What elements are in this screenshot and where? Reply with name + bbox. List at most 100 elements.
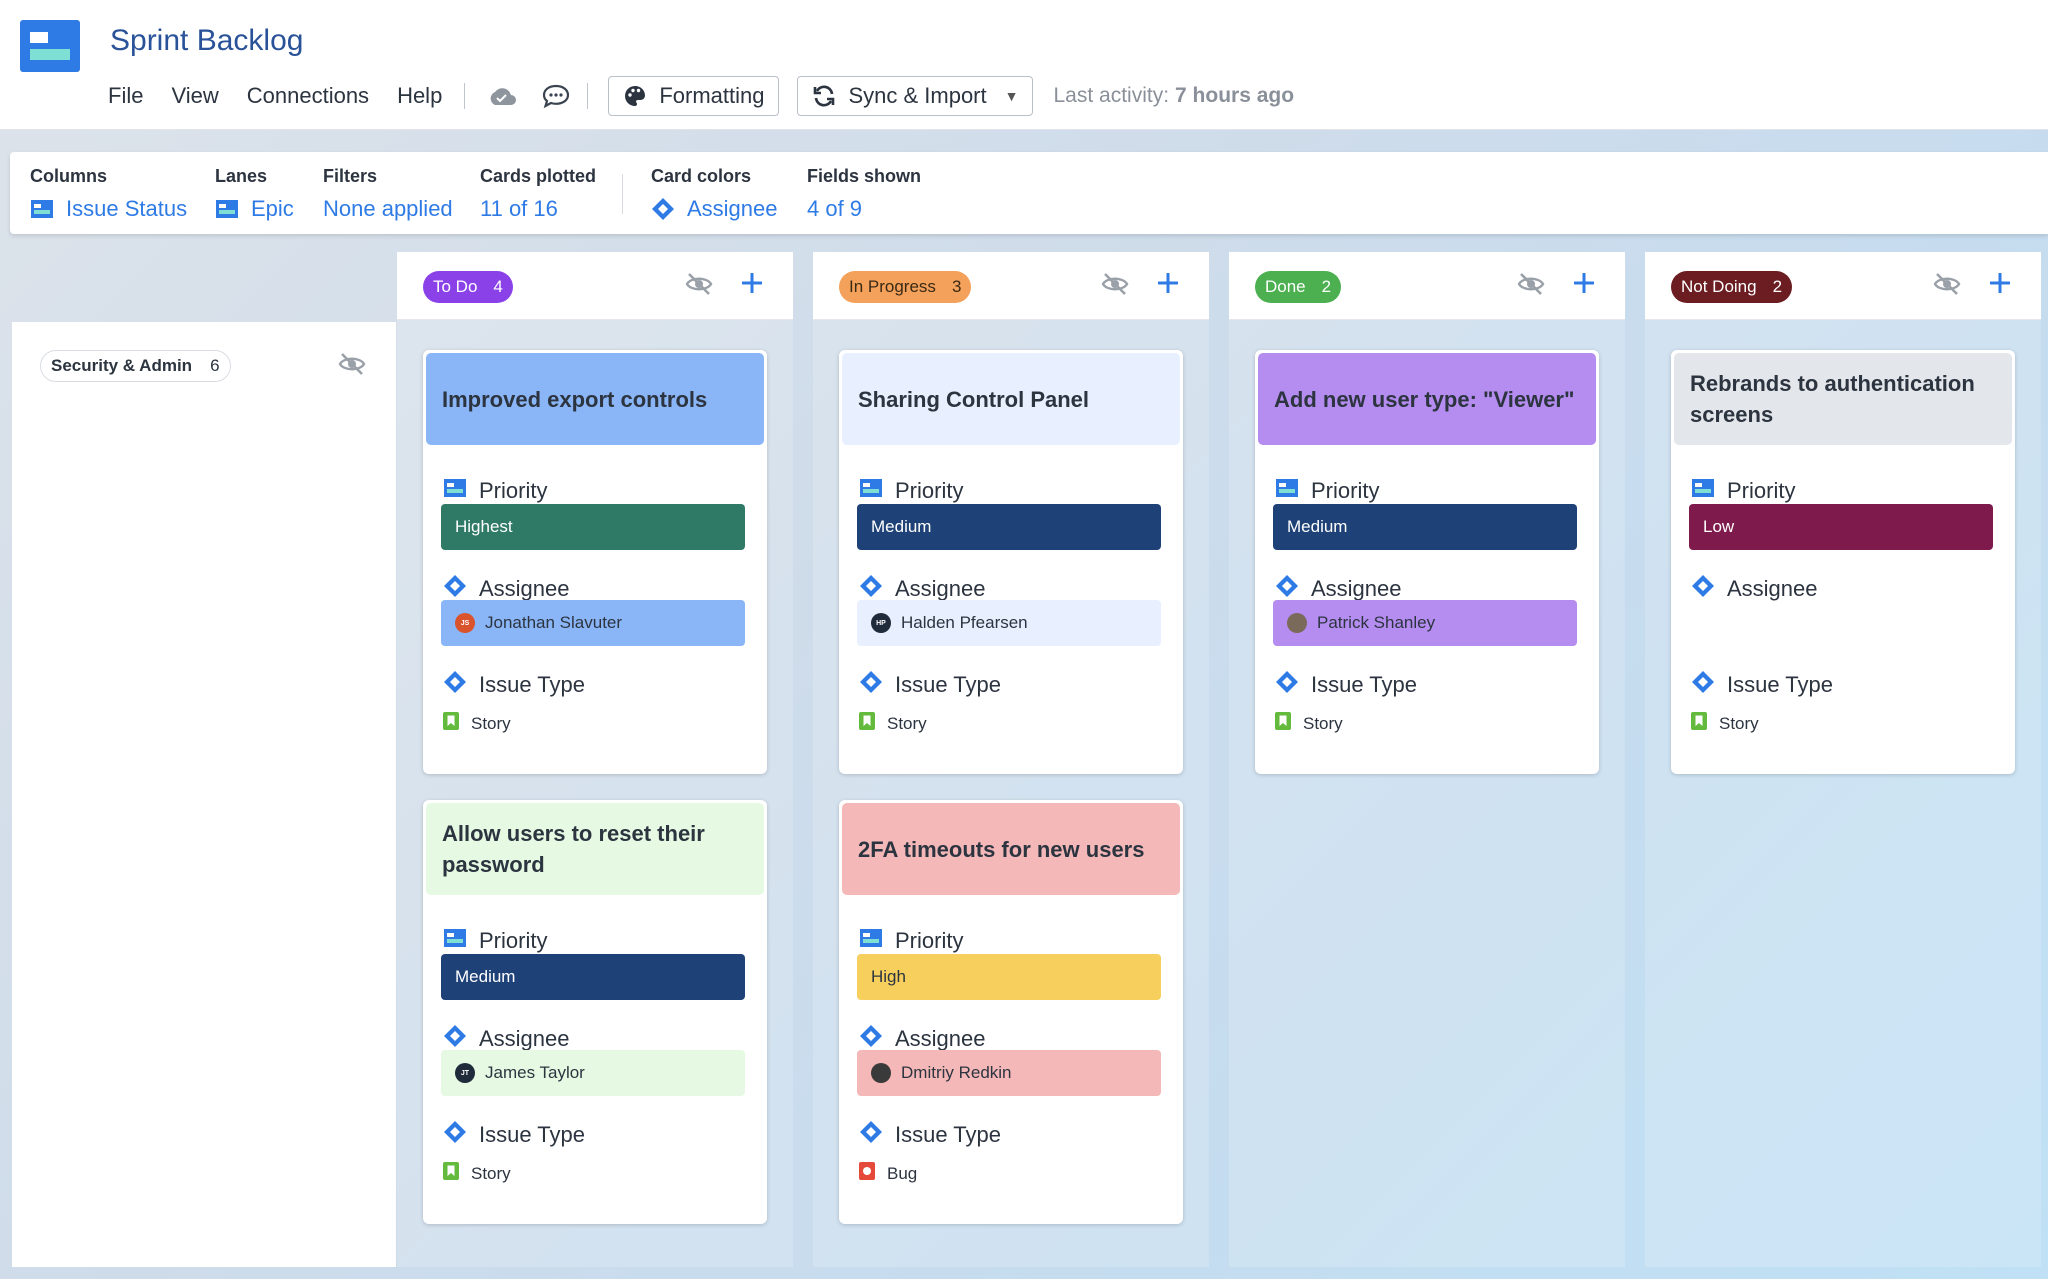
field-icon: [31, 200, 53, 218]
priority-value[interactable]: High: [857, 954, 1161, 1000]
cards-plotted-label: Cards plotted: [480, 166, 597, 186]
hide-eye-icon[interactable]: [1933, 272, 1961, 301]
document-title[interactable]: Sprint Backlog: [110, 24, 303, 58]
status-pill[interactable]: To Do 4: [423, 271, 513, 303]
filters-setting-value[interactable]: None applied: [323, 196, 453, 222]
status-pill[interactable]: Not Doing 2: [1671, 271, 1793, 303]
hide-eye-icon[interactable]: [685, 272, 713, 301]
formatting-button[interactable]: Formatting: [608, 76, 780, 116]
issue-type-field-label: Issue Type: [859, 1120, 1001, 1150]
lanes-setting-value[interactable]: Epic: [215, 196, 294, 222]
field-icon: [216, 200, 238, 218]
card[interactable]: Add new user type: "Viewer" Priority Mediu…: [1255, 350, 1599, 774]
issue-type-field-label: Issue Type: [1275, 670, 1417, 700]
cards-plotted-value[interactable]: 11 of 16: [480, 196, 596, 222]
card-colors-value[interactable]: Assignee: [651, 196, 778, 222]
priority-value[interactable]: Medium: [1273, 504, 1577, 550]
issue-type-field-label: Issue Type: [443, 1120, 585, 1150]
app-header: Sprint Backlog File View Connections Hel…: [0, 0, 2048, 130]
diamond-icon: [1691, 574, 1727, 604]
avatar: HP: [871, 613, 891, 633]
config-divider: [622, 174, 623, 214]
story-icon: [859, 712, 887, 735]
hide-eye-icon[interactable]: [1517, 272, 1545, 301]
app-logo[interactable]: [20, 20, 80, 72]
diamond-icon: [859, 670, 895, 700]
story-icon: [443, 712, 471, 735]
status-count: 2: [1772, 277, 1783, 296]
column-header: Done 2: [1229, 252, 1625, 320]
assignee-value[interactable]: HP Halden Pfearsen: [857, 600, 1161, 646]
assignee-name: Patrick Shanley: [1317, 613, 1436, 632]
board-config-bar: Columns Issue Status Lanes Epic Filters …: [10, 152, 2048, 234]
status-count: 2: [1321, 277, 1332, 296]
priority-field-label: Priority: [1275, 478, 1379, 504]
add-card-plus-icon[interactable]: [1571, 270, 1597, 301]
field-icon: [1691, 478, 1727, 504]
status-pill[interactable]: Done 2: [1255, 271, 1342, 303]
lane-chip-security-admin[interactable]: Security & Admin 6: [40, 350, 231, 382]
add-card-plus-icon[interactable]: [1155, 270, 1181, 301]
card[interactable]: Rebrands to authentication screens Priori…: [1671, 350, 2015, 774]
issue-type-value: Story: [1275, 712, 1343, 735]
priority-field-label: Priority: [443, 928, 547, 954]
assignee-value[interactable]: Dmitriy Redkin: [857, 1050, 1161, 1096]
assignee-name: James Taylor: [485, 1063, 585, 1082]
board-column: To Do 4 Improved export controls Priority Hi…: [397, 252, 793, 1267]
story-icon: [1691, 712, 1719, 735]
comments-icon[interactable]: [539, 79, 573, 113]
fields-shown-label: Fields shown: [807, 166, 922, 186]
priority-field-label: Priority: [443, 478, 547, 504]
card[interactable]: Improved export controls Priority Highest A…: [423, 350, 767, 774]
menu-file[interactable]: File: [108, 83, 143, 109]
lanes-setting-label: Lanes: [215, 166, 268, 186]
columns-setting-label: Columns: [30, 166, 108, 186]
card[interactable]: Sharing Control Panel Priority Medium Assig…: [839, 350, 1183, 774]
diamond-icon: [443, 670, 479, 700]
assignee-value[interactable]: JS Jonathan Slavuter: [441, 600, 745, 646]
assignee-name: Halden Pfearsen: [901, 613, 1028, 632]
fields-shown-value[interactable]: 4 of 9: [807, 196, 921, 222]
columns-setting-value[interactable]: Issue Status: [30, 196, 187, 222]
card-title: Allow users to reset their password: [426, 803, 764, 895]
assignee-value[interactable]: Patrick Shanley: [1273, 600, 1577, 646]
field-icon: [443, 478, 479, 504]
add-card-plus-icon[interactable]: [1987, 270, 2013, 301]
priority-value[interactable]: Low: [1689, 504, 1993, 550]
status-pill[interactable]: In Progress 3: [839, 271, 972, 303]
column-header: In Progress 3: [813, 252, 1209, 320]
cloud-icon[interactable]: [485, 79, 519, 113]
menu-connections[interactable]: Connections: [247, 83, 369, 109]
priority-field-label: Priority: [1691, 478, 1795, 504]
lanes-setting: Lanes Epic: [215, 166, 294, 222]
menu-divider: [464, 83, 466, 109]
card[interactable]: Allow users to reset their password Prior…: [423, 800, 767, 1224]
card[interactable]: 2FA timeouts for new users Priority High As…: [839, 800, 1183, 1224]
status-count: 4: [493, 277, 503, 296]
status-label: Done: [1265, 277, 1306, 296]
status-label: In Progress: [849, 277, 936, 296]
priority-value[interactable]: Medium: [441, 954, 745, 1000]
assignee-value[interactable]: JT James Taylor: [441, 1050, 745, 1096]
card-title: 2FA timeouts for new users: [842, 803, 1180, 895]
sync-import-button[interactable]: Sync & Import ▼: [797, 76, 1034, 116]
diamond-icon: [1691, 670, 1727, 700]
priority-value[interactable]: Highest: [441, 504, 745, 550]
hide-eye-icon[interactable]: [338, 352, 366, 381]
bug-icon: [859, 1162, 887, 1185]
menu-help[interactable]: Help: [397, 83, 442, 109]
avatar: [871, 1063, 891, 1083]
diamond-icon: [443, 1120, 479, 1150]
menu-view[interactable]: View: [171, 83, 218, 109]
card-title: Rebrands to authentication screens: [1674, 353, 2012, 445]
issue-type-value: Story: [443, 712, 511, 735]
add-card-plus-icon[interactable]: [739, 270, 765, 301]
priority-value[interactable]: Medium: [857, 504, 1161, 550]
hide-eye-icon[interactable]: [1101, 272, 1129, 301]
last-activity-label: Last activity:: [1053, 84, 1170, 107]
sync-icon: [814, 85, 835, 107]
story-icon: [443, 1162, 471, 1185]
lane-name: Security & Admin: [51, 356, 193, 375]
issue-type-value: Bug: [859, 1162, 917, 1185]
field-icon: [443, 928, 479, 954]
